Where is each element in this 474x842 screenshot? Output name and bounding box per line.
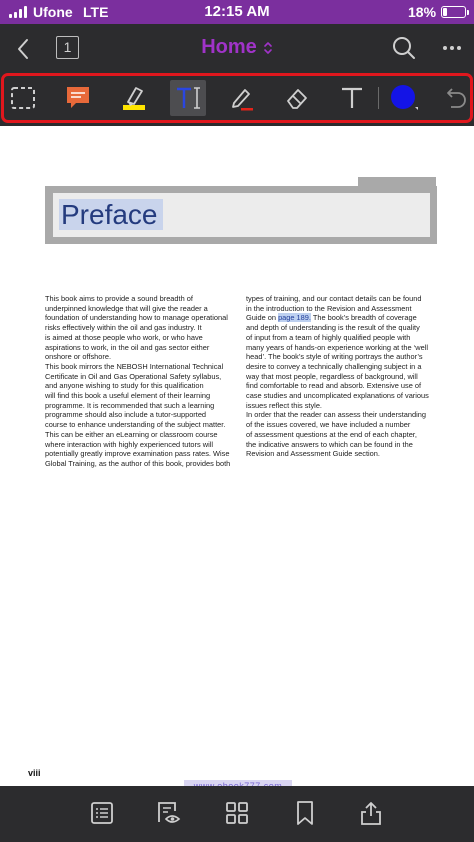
text-line: foundation of understanding how to manag…: [45, 313, 228, 323]
search-button[interactable]: [390, 34, 418, 62]
highlight-tool[interactable]: [116, 80, 152, 116]
text-line: aspirations to work, in the oil and gas …: [45, 342, 210, 352]
text-line: in the introduction to the Revision and …: [246, 303, 412, 313]
text-column-left: This book aims to provide a sound breadt…: [45, 294, 237, 469]
battery-percentage: 18%: [408, 4, 437, 20]
bookmark-button[interactable]: [292, 800, 318, 826]
text-column-right: types of training, and our contact detai…: [246, 294, 436, 459]
text-line: This book mirrors the NEBOSH Internation…: [45, 361, 224, 371]
text-line: Global Training, as the author of this b…: [45, 458, 231, 468]
text-icon: [342, 87, 362, 108]
toolbar-divider: [378, 87, 379, 109]
document-title: Home: [201, 36, 257, 58]
chevron-up-down-icon: [263, 41, 272, 54]
text-line: of input from a team of highly qualified…: [246, 332, 411, 342]
eraser-tool[interactable]: [279, 80, 315, 116]
share-button[interactable]: [358, 800, 384, 826]
pencil-icon: [232, 89, 253, 111]
text-line: will find this book a useful element of …: [45, 391, 211, 401]
color-dot-icon: [391, 85, 418, 110]
text-line: and anyone wishing to study for this qua…: [45, 381, 204, 391]
reading-mode-button[interactable]: [155, 800, 181, 826]
more-button[interactable]: [440, 38, 464, 58]
text-line: Guide on page 189. The book’s breadth of…: [246, 313, 417, 323]
status-bar: Ufone LTE 12:15 AM 18%: [0, 0, 474, 24]
page-count-button[interactable]: 1: [56, 36, 79, 59]
page-title: Preface: [59, 199, 163, 230]
text-line: programme. It is recommended that such a…: [45, 400, 215, 410]
undo-button[interactable]: [438, 80, 474, 116]
document-title-menu[interactable]: Home: [160, 36, 314, 59]
text-line: types of training, and our contact detai…: [246, 294, 422, 303]
text-line: risks effectively within the oil and gas…: [45, 323, 202, 333]
grid-icon: [226, 802, 248, 824]
text-line: Certificate in Oil and Gas Operational S…: [45, 371, 222, 381]
text-line: many years of hands-on experience workin…: [246, 342, 428, 352]
text-line: where interaction with highly experience…: [45, 439, 214, 449]
page-link[interactable]: page 189.: [278, 313, 311, 323]
text-line: the indicative answers to which can be f…: [246, 439, 413, 449]
text-line: programme should also include a tutor-su…: [45, 410, 207, 420]
text-line: course to enhance understanding of the s…: [45, 420, 226, 430]
text-line: onshore or offshore.: [45, 352, 112, 362]
list-icon: [91, 802, 113, 824]
text-line: In order that the reader can assess thei…: [246, 410, 426, 420]
text-line: Revision and Assessment Guide section.: [246, 449, 380, 459]
text-line: This can be either an eLearning or class…: [45, 429, 218, 439]
text-line: of assessment questions at the end of ea…: [246, 429, 417, 439]
text-markup-tool[interactable]: [170, 80, 206, 116]
text-line: desire to convey a technically challengi…: [246, 361, 422, 371]
battery-icon: [441, 6, 466, 18]
text-box-tool[interactable]: [334, 80, 370, 116]
pen-tool[interactable]: [223, 80, 259, 116]
ellipsis-icon: [443, 46, 461, 50]
text-line: potentially greatly improve examination …: [45, 449, 230, 459]
search-icon: [393, 37, 415, 59]
text-cursor-icon: [177, 87, 200, 109]
eraser-icon: [287, 89, 307, 109]
outline-button[interactable]: [89, 800, 115, 826]
share-icon: [361, 802, 381, 825]
text-line: of the issues covered, we have included …: [246, 420, 411, 430]
back-button[interactable]: [10, 35, 36, 63]
status-time: 12:15 AM: [204, 3, 270, 20]
text-line: is aimed at those people who work, or wh…: [45, 332, 203, 342]
text-line: head’. The book’s style of writing portr…: [246, 352, 423, 362]
text-line: way that most people, regardless of back…: [246, 371, 418, 381]
text-line: case studies and uncomplicated explanati…: [246, 391, 429, 401]
text-line: and depth of understanding is the result…: [246, 323, 420, 333]
bookmark-icon: [297, 801, 313, 825]
text-line: This book aims to provide a sound breadt…: [45, 294, 193, 303]
text-line: find comfortable to read and absorb. Ext…: [246, 381, 422, 391]
page-eye-icon: [158, 802, 181, 823]
undo-icon: [447, 88, 466, 108]
page-number: viii: [28, 768, 41, 778]
comment-tool[interactable]: [60, 80, 96, 116]
highlighter-icon: [123, 87, 145, 110]
select-area-tool[interactable]: [5, 80, 41, 116]
text-line: issues reflect this style.: [246, 400, 322, 410]
text-line: underpinned knowledge that will give the…: [45, 303, 208, 313]
thumbnails-button[interactable]: [224, 800, 250, 826]
chevron-left-icon: [18, 39, 28, 59]
color-picker[interactable]: [386, 80, 422, 116]
dashed-rectangle-icon: [11, 87, 35, 109]
speech-bubble-icon: [67, 87, 89, 108]
